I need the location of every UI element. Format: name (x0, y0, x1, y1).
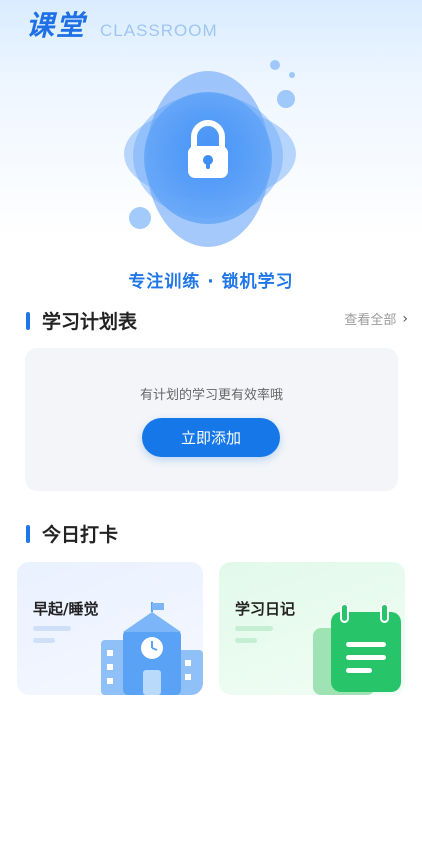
view-all-label: 查看全部 (344, 313, 397, 328)
section-accent-bar (26, 311, 30, 330)
checkin-card-label: 学习日记 (235, 600, 296, 618)
add-plan-button[interactable]: 立即添加 (142, 418, 280, 457)
page-title: 课堂 (26, 9, 87, 42)
view-all-link[interactable]: 查看全部 › (344, 309, 408, 329)
app-header: 课堂 CLASSROOM (26, 8, 218, 44)
decorative-lines (235, 626, 273, 643)
checkin-card-wake-sleep[interactable]: 早起/睡觉 (17, 562, 203, 695)
page-subtitle: CLASSROOM (100, 21, 218, 40)
checkin-title: 今日打卡 (42, 524, 119, 546)
hero-illustration (118, 56, 308, 256)
checkin-section-title: 今日打卡 (26, 520, 118, 547)
lock-icon (124, 60, 296, 247)
section-accent-bar (26, 524, 30, 543)
empty-plan-hint: 有计划的学习更有效率哦 (139, 388, 283, 403)
school-building-icon (101, 602, 203, 695)
checkin-card-label: 早起/睡觉 (33, 600, 99, 618)
notebook-icon (313, 604, 401, 695)
study-plan-card: 有计划的学习更有效率哦 立即添加 (25, 348, 398, 491)
study-plan-section-title: 学习计划表 (26, 307, 137, 334)
checkin-card-study-diary[interactable]: 学习日记 (219, 562, 405, 695)
chevron-right-icon: › (402, 310, 408, 327)
hero-slogan: 专注训练 · 锁机学习 (128, 272, 294, 292)
decorative-lines (33, 626, 71, 643)
study-plan-title: 学习计划表 (42, 311, 138, 333)
